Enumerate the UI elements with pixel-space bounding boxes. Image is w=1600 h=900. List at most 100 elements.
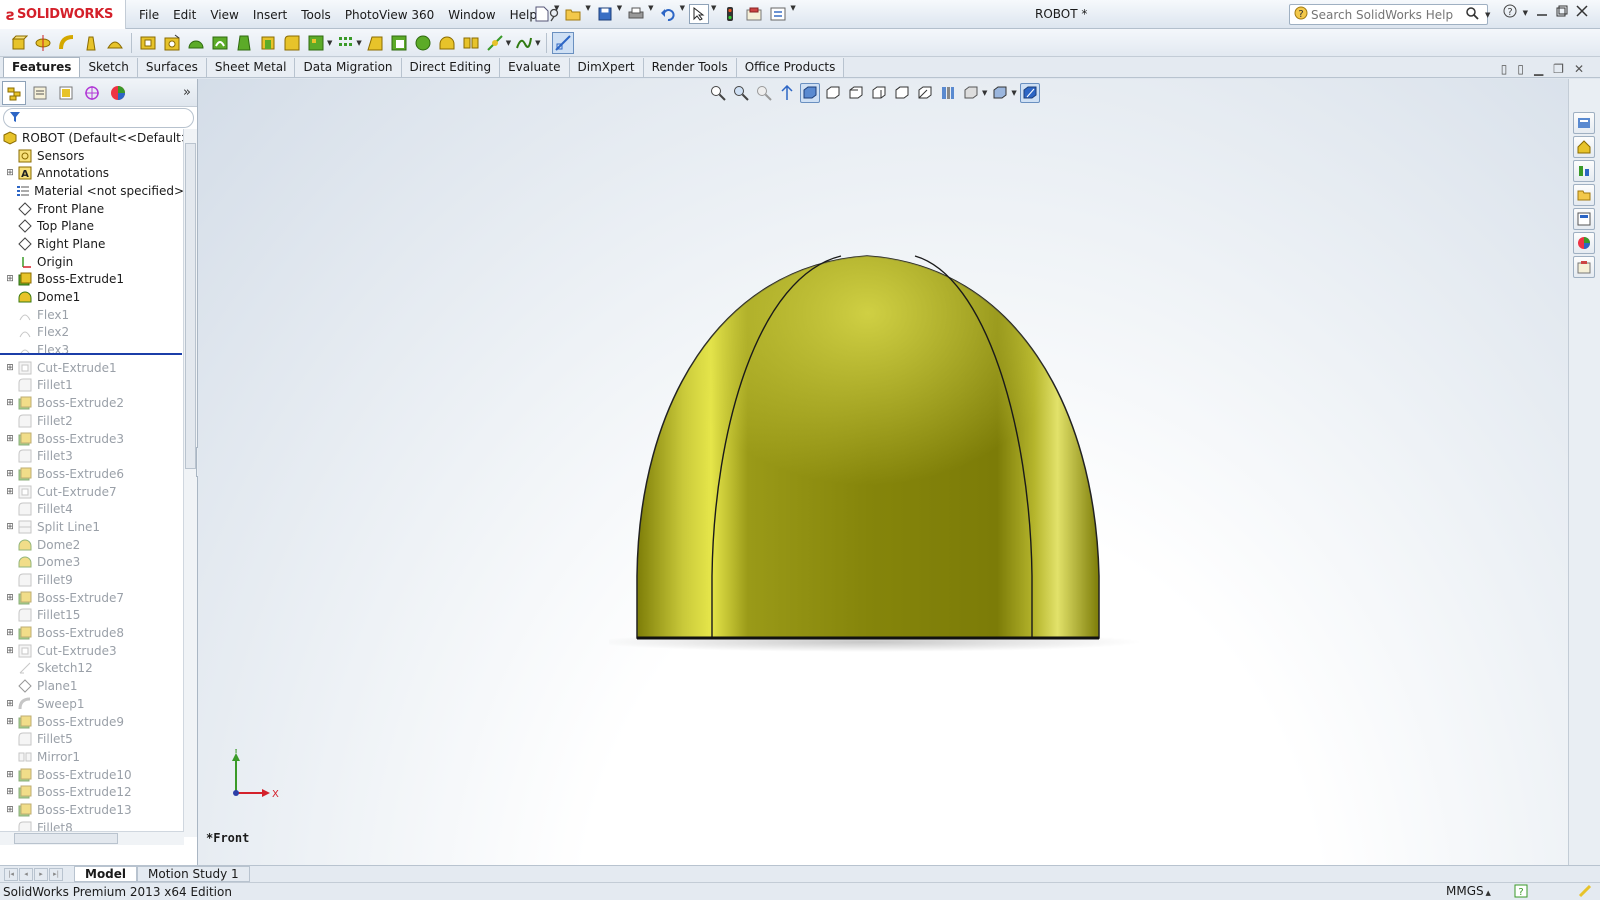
expand-icon[interactable]: ⊞ — [5, 469, 15, 479]
tree-item-origin[interactable]: Origin — [0, 253, 184, 271]
tree-item-flex1[interactable]: Flex1 — [0, 306, 184, 324]
lofted-boss-icon[interactable] — [80, 32, 102, 54]
magnifier-icon[interactable] — [1465, 6, 1479, 23]
propertymanager-icon[interactable] — [28, 81, 52, 105]
zoom-to-area-icon[interactable] — [731, 83, 751, 103]
tab-evaluate[interactable]: Evaluate — [500, 58, 570, 77]
expand-icon[interactable]: ⊞ — [5, 398, 15, 408]
view-orientation-icon[interactable] — [800, 83, 820, 103]
tree-item-boss-extrude8[interactable]: ⊞ Boss-Extrude8 — [0, 624, 184, 642]
tab-dimxpert[interactable]: DimXpert — [569, 58, 644, 77]
display-style-icon[interactable] — [823, 83, 843, 103]
expand-icon[interactable]: ⊞ — [5, 770, 15, 780]
rollback-bar[interactable] — [0, 353, 182, 355]
tree-item-top-plane[interactable]: Top Plane — [0, 217, 184, 235]
tab-surfaces[interactable]: Surfaces — [137, 58, 207, 77]
doc-minimize-icon[interactable]: ▁ — [1534, 62, 1543, 76]
solidworks-logo[interactable]: ƨ SOLIDWORKS — [0, 0, 126, 29]
tree-item-boss-extrude12[interactable]: ⊞ Boss-Extrude12 — [0, 783, 184, 801]
tree-item-sensors[interactable]: Sensors — [0, 147, 184, 165]
tree-filter[interactable] — [3, 108, 194, 128]
tree-item-boss-extrude1[interactable]: ⊞ Boss-Extrude1 — [0, 271, 184, 289]
boundary-cut-icon[interactable] — [257, 32, 279, 54]
instant3d-icon[interactable] — [551, 31, 574, 54]
print-icon[interactable] — [626, 4, 646, 24]
tree-item-boss-extrude2[interactable]: ⊞ Boss-Extrude2 — [0, 394, 184, 412]
undo-dropdown-icon[interactable]: ▼ — [680, 4, 685, 24]
tree-item-material-not-specified[interactable]: Material <not specified> — [0, 182, 184, 200]
previous-view-icon[interactable] — [754, 83, 774, 103]
ambient-occlusion-icon[interactable] — [990, 83, 1010, 103]
section-view-icon[interactable] — [777, 83, 797, 103]
help-search[interactable]: ? ▼ — [1289, 4, 1490, 25]
expand-icon[interactable]: ⊞ — [5, 787, 15, 797]
restore-icon[interactable] — [1556, 5, 1568, 20]
expand-icon[interactable]: ⊞ — [5, 274, 15, 284]
expand-icon[interactable]: ⊞ — [5, 522, 15, 532]
tree-root-part[interactable]: ROBOT (Default<<Default>_D — [0, 129, 184, 147]
tab-features[interactable]: Features — [3, 57, 81, 77]
save-dropdown-icon[interactable]: ▼ — [617, 4, 622, 24]
file-explorer-icon[interactable] — [1573, 160, 1595, 182]
tab-office-products[interactable]: Office Products — [736, 58, 845, 77]
graphics-area[interactable]: ▼ ▼ Y X *Front — [198, 79, 1568, 865]
tree-item-cut-extrude7[interactable]: ⊞ Cut-Extrude7 — [0, 483, 184, 501]
prev-tab-icon[interactable]: ◂ — [19, 867, 33, 881]
menu-tools[interactable]: Tools — [294, 8, 338, 22]
new-dropdown-icon[interactable]: ▼ — [554, 4, 559, 24]
expand-icon[interactable]: ⊞ — [5, 805, 15, 815]
rebuild-icon[interactable] — [720, 4, 740, 24]
select-cursor-icon[interactable] — [688, 4, 709, 24]
tree-item-plane1[interactable]: Plane1 — [0, 677, 184, 695]
tree-item-fillet3[interactable]: Fillet3 — [0, 447, 184, 465]
expand-icon[interactable]: ⊞ — [5, 363, 15, 373]
tree-item-mirror1[interactable]: Mirror1 — [0, 748, 184, 766]
expand-icon[interactable]: ⊞ — [5, 434, 15, 444]
extruded-boss-icon[interactable] — [8, 32, 30, 54]
rib-icon[interactable] — [334, 32, 356, 54]
dimxpertmanager-icon[interactable] — [80, 81, 104, 105]
rib-dropdown-icon[interactable]: ▼ — [356, 39, 361, 47]
edit-appearance-icon[interactable] — [869, 83, 889, 103]
view-settings-icon[interactable] — [915, 83, 935, 103]
tree-item-fillet15[interactable]: Fillet15 — [0, 607, 184, 625]
tree-item-boss-extrude3[interactable]: ⊞ Boss-Extrude3 — [0, 430, 184, 448]
tree-item-boss-extrude13[interactable]: ⊞ Boss-Extrude13 — [0, 801, 184, 819]
tree-item-flex3[interactable]: Flex3 — [0, 341, 184, 359]
expand-icon[interactable]: ⊞ — [5, 487, 15, 497]
tree-item-fillet2[interactable]: Fillet2 — [0, 412, 184, 430]
configurationmanager-icon[interactable] — [54, 81, 78, 105]
reference-geometry-icon[interactable] — [484, 32, 506, 54]
design-library-icon[interactable] — [1573, 136, 1595, 158]
doc-close-icon[interactable]: ✕ — [1574, 62, 1584, 76]
realview-icon[interactable] — [938, 83, 958, 103]
hole-wizard-icon[interactable] — [161, 32, 183, 54]
wrap-icon[interactable] — [412, 32, 434, 54]
tree-item-boss-extrude6[interactable]: ⊞ Boss-Extrude6 — [0, 465, 184, 483]
tab-render-tools[interactable]: Render Tools — [643, 58, 737, 77]
search-dropdown-icon[interactable]: ▼ — [1485, 11, 1490, 19]
fillet-icon[interactable] — [281, 32, 303, 54]
options-dropdown-icon[interactable]: ▼ — [790, 4, 795, 24]
linear-pattern-icon[interactable] — [305, 32, 327, 54]
shadows-icon[interactable] — [961, 83, 981, 103]
tree-item-boss-extrude9[interactable]: ⊞ Boss-Extrude9 — [0, 713, 184, 731]
boundary-boss-icon[interactable] — [104, 32, 126, 54]
menu-file[interactable]: File — [132, 8, 166, 22]
tree-item-sweep1[interactable]: ⊞ Sweep1 — [0, 695, 184, 713]
revolved-cut-icon[interactable] — [185, 32, 207, 54]
perspective-icon[interactable] — [1019, 83, 1040, 103]
search-input[interactable] — [1311, 7, 1461, 22]
tree-item-fillet5[interactable]: Fillet5 — [0, 730, 184, 748]
next-tab-icon[interactable]: ▸ — [34, 867, 48, 881]
expand-panel-icon[interactable]: » — [183, 85, 191, 100]
tree-item-dome1[interactable]: Dome1 — [0, 288, 184, 306]
shell-icon[interactable] — [388, 32, 410, 54]
tree-item-cut-extrude1[interactable]: ⊞ Cut-Extrude1 — [0, 359, 184, 377]
menu-photoview[interactable]: PhotoView 360 — [338, 8, 441, 22]
tree-vertical-scrollbar[interactable] — [183, 129, 197, 837]
select-dropdown-icon[interactable]: ▼ — [711, 4, 716, 24]
lofted-cut-icon[interactable] — [233, 32, 255, 54]
extruded-cut-icon[interactable] — [137, 32, 159, 54]
print-dropdown-icon[interactable]: ▼ — [648, 4, 653, 24]
